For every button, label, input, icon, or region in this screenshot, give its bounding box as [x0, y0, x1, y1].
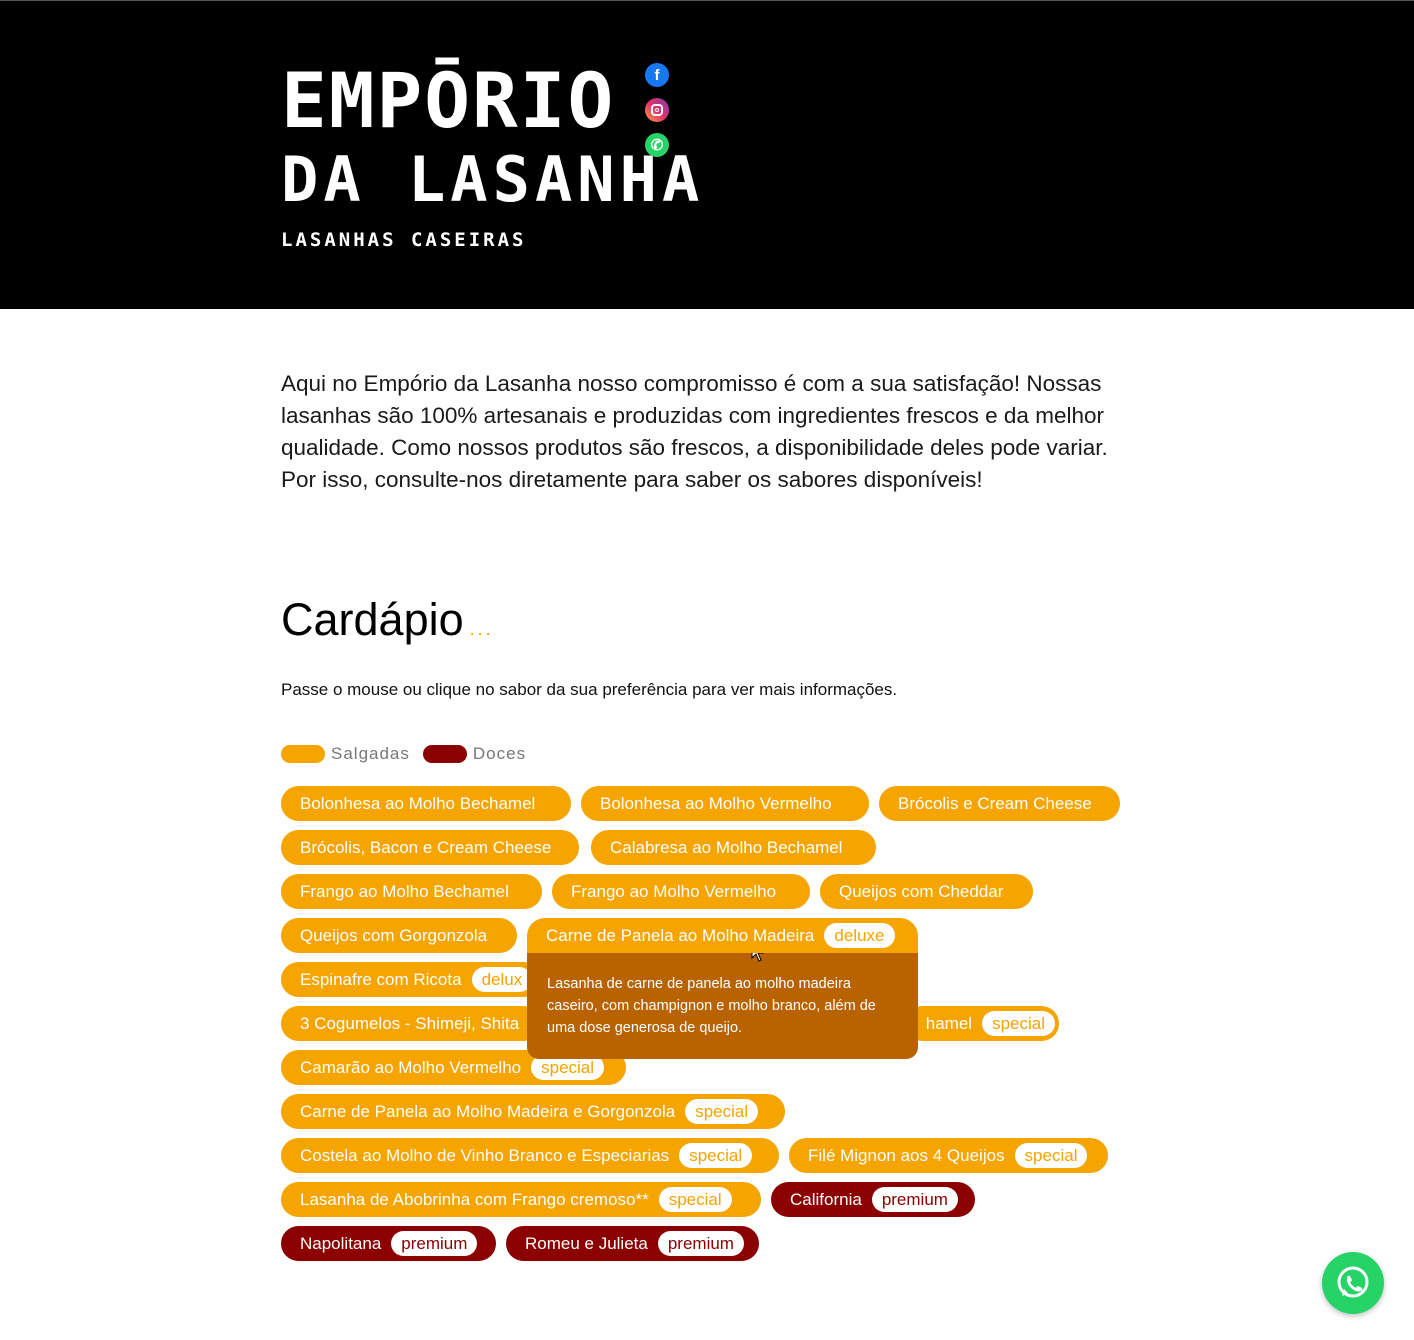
logo-tagline: LASANHAS CASEIRAS [281, 229, 527, 251]
flavor-badge: special [658, 1187, 732, 1212]
flavor-chip[interactable]: Queijos com Gorgonzola [281, 918, 517, 953]
flavor-label: Filé Mignon aos 4 Queijos [808, 1145, 1005, 1165]
flavor-badge: special [1014, 1143, 1088, 1168]
intro-text: Aqui no Empório da Lasanha nosso comprom… [281, 371, 1108, 492]
flavor-badge: delux [471, 967, 533, 992]
flavor-chip[interactable]: Romeu e Julieta premium [506, 1226, 759, 1261]
flavor-badge: special [685, 1099, 759, 1124]
flavor-label: Carne de Panela ao Molho Madeira e Gorgo… [300, 1101, 676, 1121]
whatsapp-icon [1337, 1266, 1369, 1298]
title-dots: ... [469, 619, 494, 639]
flavor-label: Espinafre com Ricota [300, 969, 462, 989]
flavor-label: Costela ao Molho de Vinho Branco e Espec… [300, 1145, 670, 1165]
flavor-badge: premium [871, 1187, 958, 1212]
whatsapp-float-button[interactable] [1322, 1252, 1384, 1314]
legend: Salgadas Doces [281, 744, 539, 764]
flavor-label: Camarão ao Molho Vermelho [300, 1057, 522, 1077]
menu-title: Cardápio... [281, 590, 494, 659]
logo[interactable]: EMPŌRIO DA LASANHA LASANHAS CASEIRAS [281, 56, 705, 252]
flavor-label: Queijos com Cheddar [839, 881, 1004, 901]
facebook-icon[interactable]: f [645, 63, 669, 87]
flavor-chip[interactable]: Costela ao Molho de Vinho Branco e Espec… [281, 1138, 779, 1173]
flavor-chip[interactable]: hamel special [905, 1006, 1059, 1041]
flavor-chip[interactable]: Carne de Panela ao Molho Madeira deluxe [527, 918, 918, 953]
flavor-badge: deluxe [824, 923, 895, 948]
legend-label: Doces [472, 744, 527, 763]
flavor-tooltip: Lasanha de carne de panela ao molho made… [527, 953, 918, 1059]
flavor-chip[interactable]: Queijos com Cheddar [820, 874, 1033, 909]
flavor-chip[interactable]: Calabresa ao Molho Bechamel [591, 830, 876, 865]
flavor-badge: special [679, 1143, 753, 1168]
flavor-label: Brócolis e Cream Cheese [898, 793, 1092, 813]
legend-swatch [422, 745, 467, 763]
flavor-label: Frango ao Molho Bechamel [300, 881, 509, 901]
social-links: f ✆ [645, 63, 669, 168]
flavor-chip[interactable]: Bolonhesa ao Molho Bechamel [281, 786, 571, 821]
menu-hint: Passe o mouse ou clique no sabor da sua … [281, 680, 898, 699]
site-header: EMPŌRIO DA LASANHA LASANHAS CASEIRAS f ✆ [0, 0, 1414, 309]
flavor-badge: special [982, 1011, 1055, 1036]
flavor-label: 3 Cogumelos - Shimeji, Shita [300, 1013, 520, 1033]
flavor-label: Bolonhesa ao Molho Vermelho [600, 793, 832, 813]
whatsapp-icon[interactable]: ✆ [645, 133, 669, 157]
flavor-chip[interactable]: Brócolis, Bacon e Cream Cheese [281, 830, 579, 865]
flavor-label: Napolitana [300, 1233, 382, 1253]
flavor-label: Frango ao Molho Vermelho [571, 881, 777, 901]
flavor-label: hamel [925, 1013, 973, 1033]
flavor-chip[interactable]: Frango ao Molho Bechamel [281, 874, 542, 909]
flavor-label: Calabresa ao Molho Bechamel [610, 837, 843, 857]
legend-label: Salgadas [331, 744, 410, 763]
flavor-chip[interactable]: Frango ao Molho Vermelho [552, 874, 810, 909]
logo-line-1: EMPŌRIO [281, 56, 616, 145]
flavor-label: Brócolis, Bacon e Cream Cheese [300, 837, 552, 857]
flavor-chip[interactable]: Napolitana premium [281, 1226, 496, 1261]
legend-item-doces: Doces [422, 744, 527, 764]
menu-title-text: Cardápio [281, 594, 464, 645]
flavor-label: Queijos com Gorgonzola [300, 925, 488, 945]
legend-swatch [281, 745, 325, 763]
flavor-chip[interactable]: Espinafre com Ricota delux [281, 962, 541, 997]
logo-line-2: DA LASANHA [281, 143, 705, 216]
flavor-chip[interactable]: Brócolis e Cream Cheese [879, 786, 1120, 821]
flavor-label: Lasanha de Abobrinha com Frango cremoso*… [300, 1189, 649, 1209]
flavor-badge: premium [391, 1231, 478, 1256]
flavor-label: California [790, 1189, 862, 1209]
legend-item-salgadas: Salgadas [281, 744, 410, 764]
flavor-badge: premium [657, 1231, 744, 1256]
flavor-chip[interactable]: Filé Mignon aos 4 Queijos special [789, 1138, 1108, 1173]
flavor-label: Carne de Panela ao Molho Madeira [546, 925, 815, 945]
flavor-chip[interactable]: Bolonhesa ao Molho Vermelho [581, 786, 869, 821]
flavor-chip[interactable]: California premium [771, 1182, 975, 1217]
flavor-label: Romeu e Julieta [525, 1233, 648, 1253]
flavor-chip[interactable]: Lasanha de Abobrinha com Frango cremoso*… [281, 1182, 761, 1217]
instagram-icon[interactable] [645, 98, 669, 122]
flavor-chip[interactable]: 3 Cogumelos - Shimeji, Shita [281, 1006, 541, 1041]
flavor-label: Bolonhesa ao Molho Bechamel [300, 793, 536, 813]
flavor-chip[interactable]: Carne de Panela ao Molho Madeira e Gorgo… [281, 1094, 785, 1129]
